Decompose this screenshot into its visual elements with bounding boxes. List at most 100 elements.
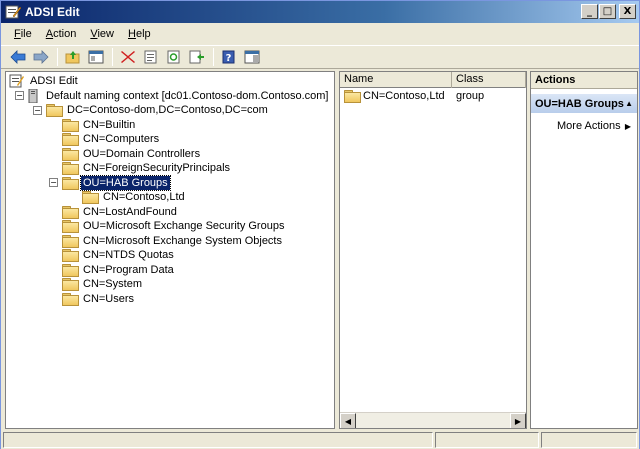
export-list-button[interactable]: [186, 47, 208, 67]
folder-icon: [62, 220, 79, 234]
tree-context[interactable]: − Default naming context [dc01.Contoso-d…: [6, 88, 334, 104]
collapse-arrow-icon: ▲: [625, 99, 633, 108]
tree-item-label: CN=Builtin: [83, 118, 136, 131]
tree-item[interactable]: CN=Computers: [6, 132, 334, 147]
list-header: Name Class: [340, 72, 526, 88]
menu-file-rest: ile: [20, 28, 32, 40]
menu-file[interactable]: File: [7, 26, 39, 42]
tree-item[interactable]: CN=Users: [6, 292, 334, 307]
menu-action-rest: ction: [53, 28, 77, 40]
horizontal-scrollbar[interactable]: ◀ ▶: [340, 412, 526, 428]
tree-root[interactable]: ADSI Edit: [6, 74, 334, 89]
toolbar: ?: [1, 45, 639, 69]
toolbar-separator: [213, 48, 214, 66]
menu-bar: File Action View Help: [1, 24, 639, 44]
adsi-edit-icon: [9, 74, 25, 88]
properties-button[interactable]: [140, 47, 162, 67]
results-pane[interactable]: Name Class CN=Contoso,Ltd group ◀ ▶: [339, 71, 527, 429]
list-item-name: CN=Contoso,Ltd: [363, 90, 445, 102]
list-item[interactable]: CN=Contoso,Ltd group: [340, 88, 526, 104]
tree-item[interactable]: CN=LostAndFound: [6, 205, 334, 220]
column-header-name[interactable]: Name: [340, 72, 452, 88]
tree-item-label: CN=Microsoft Exchange System Objects: [83, 234, 282, 247]
menu-help[interactable]: Help: [121, 26, 158, 42]
maximize-button[interactable]: □: [599, 4, 616, 19]
menu-action-accel: A: [45, 28, 54, 40]
forward-arrow-icon: [33, 50, 49, 64]
folder-icon: [62, 278, 79, 292]
tree-pane[interactable]: ADSI Edit − Default naming context [dc01…: [5, 71, 335, 429]
show-hide-action-pane-icon: [244, 50, 260, 64]
adsi-edit-app-icon: [5, 4, 22, 20]
window-title: ADSI Edit: [25, 5, 80, 19]
tree-item-label: CN=System: [83, 278, 142, 291]
refresh-button[interactable]: [163, 47, 185, 67]
toolbar-separator: [112, 48, 113, 66]
window-controls: _ □ X: [581, 4, 636, 19]
menu-action[interactable]: Action: [39, 26, 84, 42]
tree-item-label: CN=Users: [83, 292, 135, 305]
refresh-icon: [167, 50, 180, 64]
folder-icon: [62, 205, 79, 219]
tree-item-label: CN=Computers: [83, 133, 160, 146]
tree-item[interactable]: CN=NTDS Quotas: [6, 248, 334, 263]
folder-icon: [62, 249, 79, 263]
export-list-icon: [189, 50, 204, 64]
folder-icon: [62, 147, 79, 161]
title-bar[interactable]: ADSI Edit _ □ X: [1, 1, 639, 23]
server-icon: [28, 88, 40, 104]
tree-item-label: CN=NTDS Quotas: [83, 249, 174, 262]
tree-item[interactable]: CN=Contoso,Ltd: [6, 190, 334, 205]
tree-item[interactable]: OU=Domain Controllers: [6, 147, 334, 162]
collapse-icon[interactable]: −: [49, 178, 58, 188]
forward-button[interactable]: [30, 47, 52, 67]
scroll-track[interactable]: [356, 413, 510, 428]
actions-section-label: OU=HAB Groups: [535, 97, 624, 110]
close-button[interactable]: X: [619, 4, 636, 19]
tree-domain[interactable]: − DC=Contoso-dom,DC=Contoso,DC=com: [6, 103, 334, 118]
minimize-button[interactable]: _: [581, 4, 598, 19]
tree-item-label: CN=Contoso,Ltd: [103, 191, 185, 204]
tree-item[interactable]: CN=Microsoft Exchange System Objects: [6, 234, 334, 249]
actions-section-header[interactable]: OU=HAB Groups ▲: [531, 94, 637, 113]
tree-item[interactable]: OU=Microsoft Exchange Security Groups: [6, 219, 334, 234]
menu-view-rest: iew: [97, 28, 114, 40]
folder-icon: [62, 234, 79, 248]
menu-file-accel: F: [14, 28, 21, 40]
tree-item[interactable]: CN=Builtin: [6, 118, 334, 133]
up-folder-icon: [65, 51, 80, 64]
show-hide-action-pane-button[interactable]: [241, 47, 263, 67]
tree-item[interactable]: CN=Program Data: [6, 263, 334, 278]
collapse-icon[interactable]: −: [33, 105, 42, 115]
status-cell-3: [541, 432, 637, 448]
folder-icon: [82, 191, 99, 205]
more-actions-link[interactable]: More Actions ▶: [531, 117, 637, 135]
adsi-edit-window: ADSI Edit _ □ X File Action View Help ? …: [0, 0, 640, 449]
svg-text:?: ?: [226, 53, 232, 64]
scroll-left-button[interactable]: ◀: [340, 413, 356, 428]
status-cell-main: [3, 432, 433, 448]
help-button[interactable]: ?: [218, 47, 240, 67]
collapse-icon[interactable]: −: [15, 91, 24, 101]
status-cell-2: [435, 432, 539, 448]
column-header-class[interactable]: Class: [452, 72, 526, 88]
delete-button[interactable]: [117, 47, 139, 67]
tree-item[interactable]: CN=System: [6, 277, 334, 292]
actions-title: Actions: [531, 72, 637, 89]
tree-item-label: OU=Microsoft Exchange Security Groups: [83, 220, 285, 233]
tree-item[interactable]: CN=ForeignSecurityPrincipals: [6, 161, 334, 176]
tree-item-selected[interactable]: − OU=HAB Groups: [6, 174, 334, 191]
back-arrow-icon: [10, 50, 26, 64]
scroll-right-button[interactable]: ▶: [510, 413, 526, 428]
folder-icon: [344, 90, 361, 103]
back-button[interactable]: [7, 47, 29, 67]
actions-pane: Actions OU=HAB Groups ▲ More Actions ▶: [530, 71, 638, 429]
properties-icon: [144, 50, 157, 64]
tree-item-label: CN=Program Data: [83, 263, 174, 276]
up-one-level-button[interactable]: [62, 47, 84, 67]
folder-icon: [62, 292, 79, 306]
menu-view[interactable]: View: [83, 26, 121, 42]
show-hide-tree-button[interactable]: [85, 47, 107, 67]
submenu-arrow-icon: ▶: [624, 121, 631, 131]
show-hide-tree-icon: [88, 50, 104, 64]
